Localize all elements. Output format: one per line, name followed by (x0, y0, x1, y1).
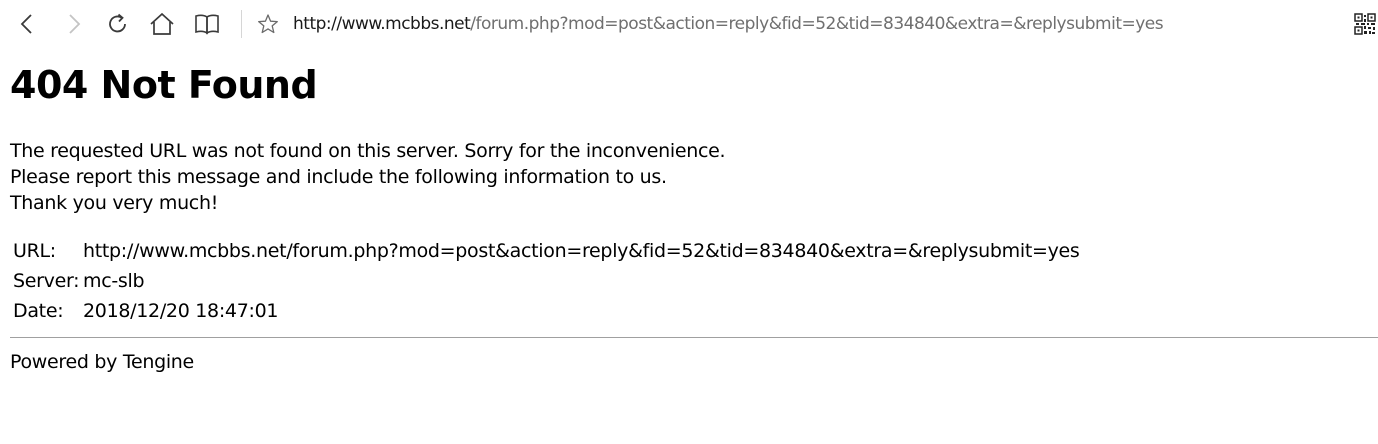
info-row-url: URL: http://www.mcbbs.net/forum.php?mod=… (11, 236, 1080, 266)
info-row-date: Date: 2018/12/20 18:47:01 (11, 296, 1080, 326)
toolbar-divider (241, 10, 242, 38)
refresh-icon (106, 12, 130, 36)
star-icon (257, 13, 279, 35)
refresh-button[interactable] (103, 9, 133, 39)
date-value: 2018/12/20 18:47:01 (83, 300, 279, 322)
horizontal-rule (10, 337, 1378, 338)
url-value: http://www.mcbbs.net/forum.php?mod=post&… (83, 240, 1080, 262)
back-button[interactable] (13, 9, 43, 39)
server-label: Server: (13, 270, 80, 292)
favorite-button[interactable] (253, 9, 283, 39)
address-bar-path: /forum.php?mod=post&action=reply&fid=52&… (470, 14, 1164, 34)
home-button[interactable] (147, 9, 177, 39)
error-page: 404 Not Found The requested URL was not … (10, 58, 1378, 326)
reading-view-button[interactable] (192, 9, 222, 39)
message-line: Thank you very much! (10, 192, 219, 214)
date-label: Date: (13, 300, 64, 322)
info-row-server: Server: mc-slb (11, 266, 1080, 296)
error-message: The requested URL was not found on this … (10, 138, 1378, 216)
address-bar-host: http://www.mcbbs.net (293, 14, 471, 34)
forward-arrow-icon (63, 13, 83, 35)
error-info-table: URL: http://www.mcbbs.net/forum.php?mod=… (11, 236, 1080, 326)
qr-code-button[interactable] (1350, 9, 1378, 39)
home-icon (149, 12, 175, 36)
back-arrow-icon (18, 13, 38, 35)
server-value: mc-slb (83, 270, 145, 292)
address-bar[interactable]: http://www.mcbbs.net/forum.php?mod=post&… (293, 13, 1164, 35)
url-label: URL: (13, 240, 56, 262)
qr-code-icon (1354, 13, 1376, 35)
server-footer: Powered by Tengine (10, 351, 194, 373)
reading-view-book-icon (194, 13, 220, 35)
page-title: 404 Not Found (10, 63, 318, 107)
forward-button[interactable] (58, 9, 88, 39)
message-line: The requested URL was not found on this … (10, 140, 726, 162)
browser-toolbar: http://www.mcbbs.net/forum.php?mod=post&… (0, 0, 1378, 48)
message-line: Please report this message and include t… (10, 166, 667, 188)
